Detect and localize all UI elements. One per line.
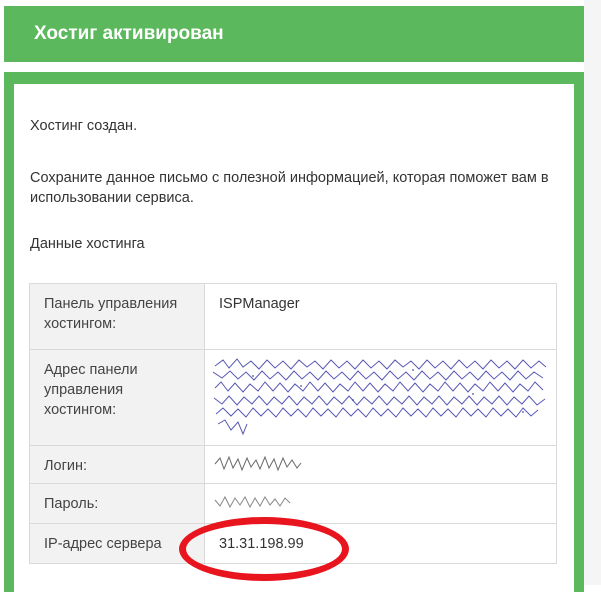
table-row: Пароль: [29, 483, 557, 524]
login-value [204, 445, 557, 484]
email-body: Хостинг создан. Сохраните данное письмо … [14, 84, 574, 592]
table-row: IP-адрес сервера 31.31.198.99 [29, 523, 557, 564]
table-row: Логин: [29, 445, 557, 484]
redacted-login-scribble [214, 455, 302, 472]
password-value [204, 483, 557, 524]
redacted-url-scribble [213, 358, 547, 436]
hosting-data-heading: Данные хостинга [30, 236, 145, 252]
panel-address-label: Адрес панели управления хостингом: [29, 349, 205, 446]
ip-label: IP-адрес сервера [29, 523, 205, 564]
scrollbar-track[interactable] [584, 0, 601, 585]
redacted-password-scribble [214, 495, 291, 509]
email-frame: Хостинг создан. Сохраните данное письмо … [4, 72, 584, 592]
panel-address-link[interactable] [204, 349, 557, 446]
created-message: Хостинг создан. [30, 118, 138, 134]
hosting-info-table: Панель управления хостингом: ISPManager … [29, 283, 557, 564]
password-label: Пароль: [29, 483, 205, 524]
table-row: Адрес панели управления хостингом: [29, 349, 557, 446]
ip-value: 31.31.198.99 [204, 523, 557, 564]
login-label: Логин: [29, 445, 205, 484]
panel-label: Панель управления хостингом: [29, 283, 205, 350]
save-letter-message: Сохраните данное письмо с полезной инфор… [30, 170, 549, 206]
email-title: Хостиг активирован [34, 23, 224, 44]
table-row: Панель управления хостингом: ISPManager [29, 283, 557, 350]
email-header-bar: Хостиг активирован [4, 6, 584, 62]
panel-value: ISPManager [204, 283, 557, 350]
